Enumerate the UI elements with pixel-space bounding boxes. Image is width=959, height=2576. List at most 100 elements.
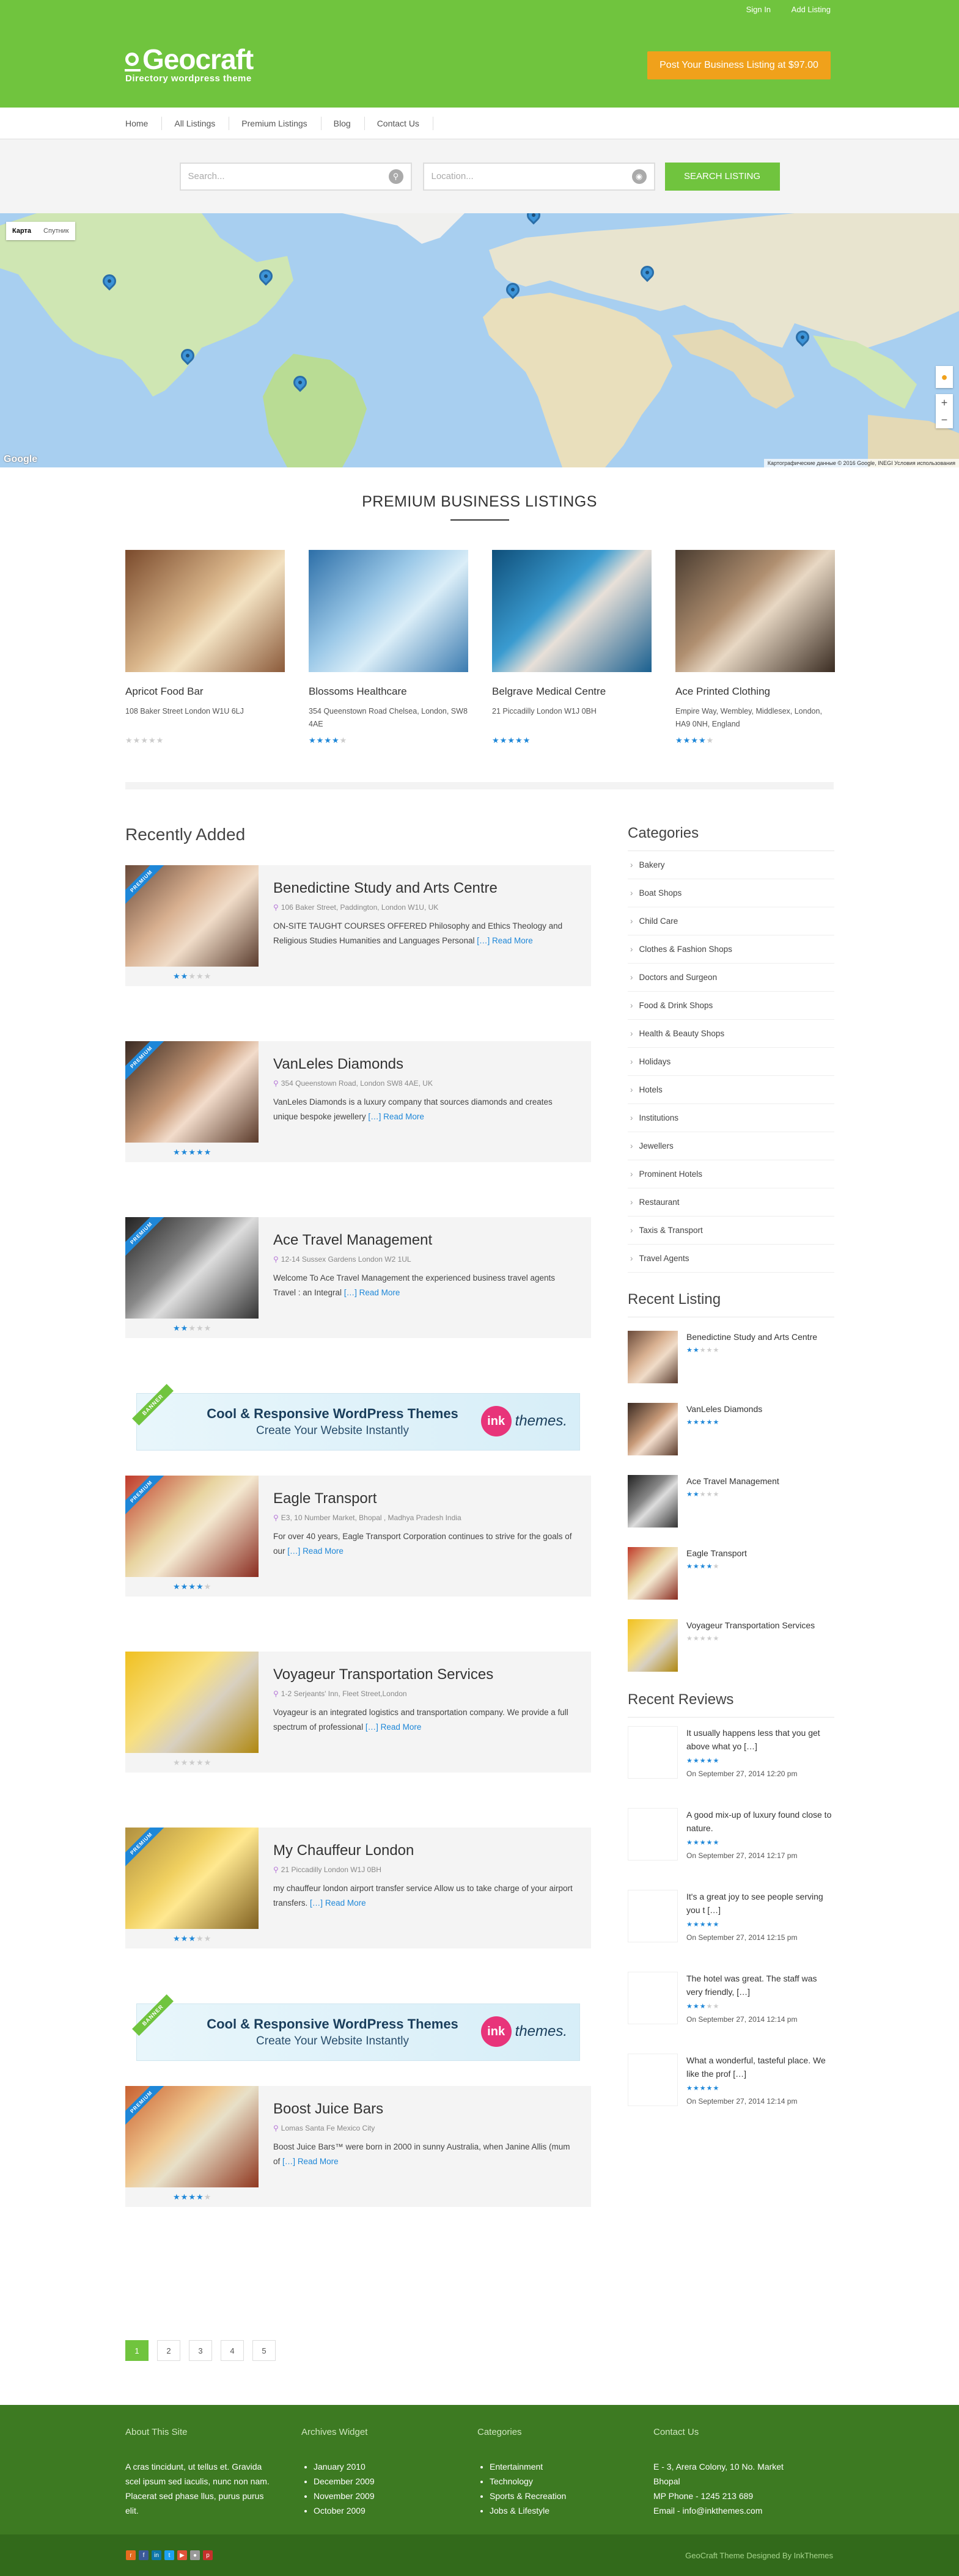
premium-card[interactable]: Blossoms Healthcare 354 Queenstown Road C…: [309, 550, 468, 745]
recent-listing-item[interactable]: VanLeles Diamonds ★★★★★: [628, 1403, 834, 1455]
listing-name[interactable]: Ace Printed Clothing: [675, 686, 835, 698]
listing-name[interactable]: Apricot Food Bar: [125, 686, 285, 698]
listing-card[interactable]: Voyageur Transportation Services ⚲ 1-2 Ser…: [125, 1652, 591, 1753]
listing-photo[interactable]: PREMIUM: [125, 2086, 259, 2187]
listing-photo[interactable]: PREMIUM: [125, 1217, 259, 1319]
category-link[interactable]: Clothes & Fashion Shops: [628, 935, 834, 964]
listing-card[interactable]: PREMIUM Ace Travel Management ⚲ 12-14 Susse…: [125, 1217, 591, 1319]
read-more-link[interactable]: Read More: [492, 936, 533, 945]
ellipsis-link[interactable]: […]: [366, 1722, 378, 1732]
listing-title[interactable]: Benedictine Study and Arts Centre: [273, 880, 576, 897]
listing-title[interactable]: Voyageur Transportation Services: [273, 1666, 576, 1683]
category-link[interactable]: Hotels: [628, 1076, 834, 1104]
review-item[interactable]: What a wonderful, tasteful place. We lik…: [628, 2054, 834, 2121]
category-link[interactable]: Boat Shops: [628, 879, 834, 907]
category-link[interactable]: Travel Agents: [628, 1245, 834, 1273]
ellipsis-link[interactable]: […]: [310, 1898, 323, 1908]
listing-photo[interactable]: [125, 550, 285, 672]
facebook-icon[interactable]: f: [139, 2550, 149, 2560]
pinterest-icon[interactable]: p: [203, 2550, 213, 2560]
ad-banner[interactable]: BANNER Cool & Responsive WordPress Themes…: [132, 1384, 580, 1451]
read-more-link[interactable]: Read More: [359, 1288, 400, 1297]
review-text[interactable]: It usually happens less that you get abo…: [686, 1726, 834, 1753]
sign-in-link[interactable]: Sign In: [746, 5, 771, 14]
ellipsis-link[interactable]: […]: [344, 1288, 357, 1297]
review-text[interactable]: What a wonderful, tasteful place. We lik…: [686, 2054, 834, 2080]
recent-listing-item[interactable]: Ace Travel Management ★★★★★: [628, 1475, 834, 1528]
map-credits[interactable]: Картографические данные © 2016 Google, I…: [763, 459, 959, 467]
nav-item-contact-us[interactable]: Contact Us: [377, 117, 433, 130]
linkedin-icon[interactable]: in: [152, 2550, 161, 2560]
premium-card[interactable]: Ace Printed Clothing Empire Way, Wembley,…: [675, 550, 835, 745]
category-link[interactable]: Child Care: [628, 907, 834, 935]
recent-listing-thumb[interactable]: [628, 1403, 678, 1455]
page-3-button[interactable]: 3: [189, 2340, 212, 2361]
listing-card[interactable]: PREMIUM VanLeles Diamonds ⚲ 354 Queenstown …: [125, 1041, 591, 1143]
footer-category-link[interactable]: Entertainment: [490, 2459, 653, 2474]
listing-photo[interactable]: PREMIUM: [125, 1828, 259, 1929]
archive-link[interactable]: November 2009: [314, 2489, 477, 2503]
category-link[interactable]: Doctors and Surgeon: [628, 964, 834, 992]
listing-card[interactable]: PREMIUM Benedictine Study and Arts Centre…: [125, 865, 591, 967]
category-link[interactable]: Food & Drink Shops: [628, 992, 834, 1020]
street-view-pegman-icon[interactable]: ●: [936, 366, 953, 388]
recent-listing-title[interactable]: Eagle Transport: [686, 1547, 747, 1560]
review-item[interactable]: It's a great joy to see people serving y…: [628, 1890, 834, 1957]
nav-item-home[interactable]: Home: [125, 117, 163, 130]
recent-listing-thumb[interactable]: [628, 1475, 678, 1528]
read-more-link[interactable]: Read More: [325, 1898, 366, 1908]
review-text[interactable]: A good mix-up of luxury found close to n…: [686, 1808, 834, 1835]
listing-name[interactable]: Blossoms Healthcare: [309, 686, 468, 698]
map-type-satellite[interactable]: Спутник: [37, 222, 75, 240]
footer-credit[interactable]: GeoCraft Theme Designed By InkThemes: [685, 2551, 833, 2560]
read-more-link[interactable]: Read More: [303, 1546, 344, 1556]
page-2-button[interactable]: 2: [157, 2340, 180, 2361]
category-link[interactable]: Restaurant: [628, 1188, 834, 1217]
recent-listing-title[interactable]: Ace Travel Management: [686, 1475, 779, 1488]
category-link[interactable]: Bakery: [628, 851, 834, 879]
category-link[interactable]: Jewellers: [628, 1132, 834, 1160]
flickr-icon[interactable]: ●: [190, 2550, 200, 2560]
listing-photo[interactable]: [309, 550, 468, 672]
listing-card[interactable]: PREMIUM My Chauffeur London ⚲ 21 Piccadilly…: [125, 1828, 591, 1929]
youtube-icon[interactable]: ▶: [177, 2550, 187, 2560]
ellipsis-link[interactable]: […]: [477, 936, 490, 945]
review-text[interactable]: It's a great joy to see people serving y…: [686, 1890, 834, 1917]
rss-icon[interactable]: r: [126, 2550, 136, 2560]
zoom-in-button[interactable]: +: [936, 394, 953, 411]
recent-listing-thumb[interactable]: [628, 1547, 678, 1600]
zoom-out-button[interactable]: −: [936, 411, 953, 428]
read-more-link[interactable]: Read More: [298, 2157, 339, 2166]
listing-photo[interactable]: [492, 550, 652, 672]
site-logo[interactable]: Geocraft Directory wordpress theme: [125, 43, 254, 84]
recent-listing-item[interactable]: Voyageur Transportation Services ★★★★★: [628, 1619, 834, 1672]
category-link[interactable]: Prominent Hotels: [628, 1160, 834, 1188]
premium-card[interactable]: Apricot Food Bar 108 Baker Street London …: [125, 550, 285, 745]
listings-map[interactable]: Карта Спутник ● + − Google Картографичес…: [0, 213, 959, 467]
review-item[interactable]: It usually happens less that you get abo…: [628, 1726, 834, 1793]
listing-name[interactable]: Belgrave Medical Centre: [492, 686, 652, 698]
archive-link[interactable]: October 2009: [314, 2503, 477, 2518]
premium-card[interactable]: Belgrave Medical Centre 21 Piccadilly Lon…: [492, 550, 652, 745]
listing-title[interactable]: Boost Juice Bars: [273, 2101, 576, 2118]
recent-listing-thumb[interactable]: [628, 1331, 678, 1383]
archive-link[interactable]: January 2010: [314, 2459, 477, 2474]
listing-photo[interactable]: [675, 550, 835, 672]
recent-listing-thumb[interactable]: [628, 1619, 678, 1672]
location-search-input[interactable]: Location... ◉: [422, 162, 655, 191]
page-1-button[interactable]: 1: [125, 2340, 149, 2361]
ellipsis-link[interactable]: […]: [287, 1546, 300, 1556]
read-more-link[interactable]: Read More: [383, 1112, 424, 1121]
ad-banner[interactable]: BANNER Cool & Responsive WordPress Themes…: [132, 1994, 580, 2061]
recent-listing-title[interactable]: Benedictine Study and Arts Centre: [686, 1331, 817, 1344]
listing-card[interactable]: PREMIUM Boost Juice Bars ⚲ Lomas Santa Fe M…: [125, 2086, 591, 2187]
twitter-icon[interactable]: t: [164, 2550, 174, 2560]
recent-listing-title[interactable]: Voyageur Transportation Services: [686, 1619, 815, 1632]
listing-title[interactable]: VanLeles Diamonds: [273, 1056, 576, 1073]
review-item[interactable]: The hotel was great. The staff was very …: [628, 1972, 834, 2039]
recent-listing-item[interactable]: Eagle Transport ★★★★★: [628, 1547, 834, 1600]
ellipsis-link[interactable]: […]: [282, 2157, 295, 2166]
nav-item-all-listings[interactable]: All Listings: [174, 117, 230, 130]
review-item[interactable]: A good mix-up of luxury found close to n…: [628, 1808, 834, 1875]
keyword-search-input[interactable]: Search... ⚲: [179, 162, 412, 191]
